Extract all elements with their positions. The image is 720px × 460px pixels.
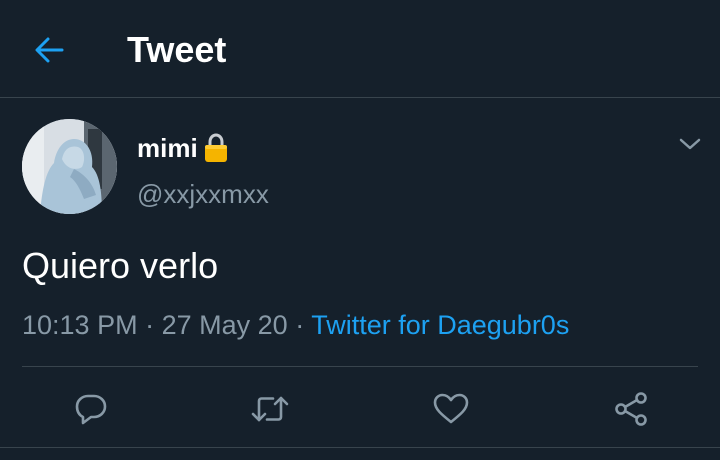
tweet-time: 10:13 PM: [22, 310, 138, 340]
meta-separator: ·: [295, 310, 305, 340]
top-bar: Tweet: [0, 0, 720, 98]
chevron-down-icon: [679, 138, 701, 150]
meta-separator: ·: [145, 310, 155, 340]
author-handle[interactable]: @xxjxxmxx: [137, 176, 269, 212]
share-icon: [615, 392, 647, 426]
retweet-button[interactable]: [248, 387, 292, 431]
heart-icon: [433, 393, 469, 424]
tweet-text: Quiero verlo: [22, 245, 219, 286]
tweet-options-button[interactable]: [674, 130, 706, 158]
avatar-image: [22, 119, 117, 214]
page-title: Tweet: [127, 29, 227, 70]
tweet-meta: 10:13 PM · 27 May 20 · Twitter for Daegu…: [22, 304, 569, 346]
arrow-left-icon: [35, 37, 64, 63]
author-display-name[interactable]: mimi: [137, 128, 228, 168]
avatar[interactable]: [22, 119, 117, 214]
lock-icon: [204, 133, 228, 163]
tweet-date: 27 May 20: [161, 310, 288, 340]
display-name-text: mimi: [137, 133, 198, 163]
reply-icon: [75, 394, 107, 425]
like-button[interactable]: [429, 387, 473, 431]
tweet-source-link[interactable]: Twitter for Daegubr0s: [311, 310, 569, 340]
back-button[interactable]: [24, 28, 74, 72]
retweet-icon: [251, 396, 289, 422]
reply-button[interactable]: [69, 387, 113, 431]
divider: [0, 447, 720, 448]
share-button[interactable]: [609, 387, 653, 431]
action-bar: [0, 367, 720, 447]
